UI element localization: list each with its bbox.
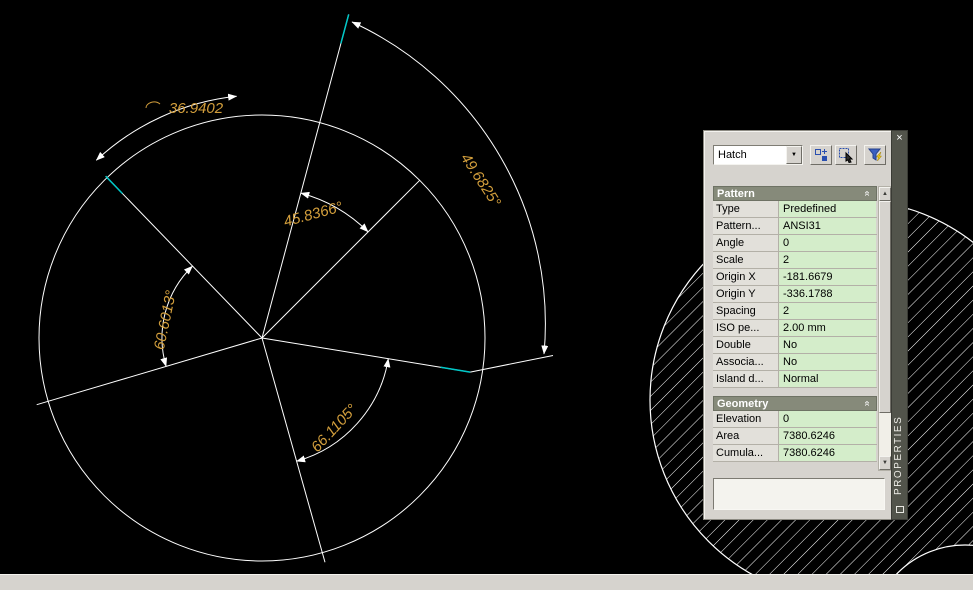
dimension-arc (351, 21, 549, 355)
table-row: Type Predefined (713, 201, 877, 218)
quick-select-button[interactable] (864, 145, 886, 165)
dropdown-value: Hatch (718, 149, 747, 161)
table-row: Origin X -181.6679 (713, 269, 877, 286)
property-label: Elevation (713, 411, 779, 427)
table-row: Area 7380.6246 (713, 428, 877, 445)
palette-toolbar: Hatch ▼ (713, 145, 886, 167)
table-row: Spacing 2 (713, 303, 877, 320)
property-value[interactable]: 2 (779, 303, 876, 319)
palette-title: PROPERTIES (893, 415, 904, 495)
property-value[interactable]: 0 (779, 235, 876, 251)
table-row: Pattern... ANSI31 (713, 218, 877, 235)
property-value[interactable]: -181.6679 (779, 269, 876, 285)
pickadd-toggle-button[interactable] (810, 145, 832, 165)
table-row: Cumula... 7380.6246 (713, 445, 877, 462)
table-row: Double No (713, 337, 877, 354)
property-grid: Pattern « Type Predefined Pattern... ANS… (713, 186, 877, 462)
sector-geometry (36, 14, 554, 563)
grip-highlight (440, 366, 471, 373)
palette-body: Hatch ▼ Pattern « Type Predefined Patter… (703, 130, 892, 520)
table-row: Angle 0 (713, 235, 877, 252)
property-value[interactable]: 7380.6246 (779, 445, 876, 461)
grip-highlight (340, 14, 350, 44)
table-row: Associa... No (713, 354, 877, 371)
table-row: ISO pe... 2.00 mm (713, 320, 877, 337)
property-label: Cumula... (713, 445, 779, 461)
description-box (713, 478, 885, 510)
quick-select-icon (867, 148, 883, 162)
close-icon[interactable]: × (893, 132, 906, 145)
collapse-chevron-icon[interactable]: « (862, 188, 873, 200)
grip-highlight (105, 175, 123, 195)
properties-palette: Hatch ▼ Pattern « Type Predefined Patter… (703, 130, 908, 520)
property-label: Origin Y (713, 286, 779, 302)
property-value[interactable]: 7380.6246 (779, 428, 876, 444)
property-label: Origin X (713, 269, 779, 285)
property-value[interactable]: -336.1788 (779, 286, 876, 302)
section-title: Pattern (717, 187, 755, 200)
table-row: Scale 2 (713, 252, 877, 269)
taskbar[interactable] (0, 574, 973, 590)
scroll-up-button[interactable]: ▲ (879, 187, 891, 201)
property-label: Island d... (713, 371, 779, 387)
scrollbar-thumb[interactable] (879, 201, 891, 413)
palette-titlebar[interactable]: × PROPERTIES (891, 130, 908, 520)
scroll-down-button[interactable]: ▼ (879, 456, 891, 470)
property-label: Angle (713, 235, 779, 251)
dimension-label[interactable]: 45.8366° (282, 198, 345, 230)
property-value[interactable]: 2 (779, 252, 876, 268)
extension-line (470, 355, 554, 373)
dropdown-arrow-icon[interactable]: ▼ (786, 146, 802, 164)
property-label: Scale (713, 252, 779, 268)
scrollbar[interactable]: ▲ ▼ (878, 186, 892, 471)
property-value[interactable]: Predefined (779, 201, 876, 217)
select-objects-button[interactable] (835, 145, 857, 165)
property-label: ISO pe... (713, 320, 779, 336)
property-label: Double (713, 337, 779, 353)
select-objects-icon (839, 148, 854, 163)
autocad-screen: 36.9402 49.6825° 45.8366° 60.6013° 66.11… (0, 0, 973, 590)
dimension-labels: 36.9402 49.6825° 45.8366° 60.6013° 66.11… (145, 100, 504, 456)
property-label: Type (713, 201, 779, 217)
property-label: Pattern... (713, 218, 779, 234)
dimension-label[interactable]: 60.6013° (151, 289, 180, 351)
dimension-label[interactable]: 49.6825° (457, 150, 504, 210)
collapse-chevron-icon[interactable]: « (862, 398, 873, 410)
radial-line (261, 337, 471, 373)
property-label: Area (713, 428, 779, 444)
section-header-pattern[interactable]: Pattern « (713, 186, 877, 201)
autohide-icon[interactable] (896, 506, 904, 513)
property-label: Spacing (713, 303, 779, 319)
table-row: Island d... Normal (713, 371, 877, 388)
property-value[interactable]: No (779, 337, 876, 353)
property-value[interactable]: Normal (779, 371, 876, 387)
property-label: Associa... (713, 354, 779, 370)
radial-line (36, 337, 263, 406)
object-type-dropdown[interactable]: Hatch ▼ (713, 145, 803, 165)
property-value[interactable]: 0 (779, 411, 876, 427)
property-value[interactable]: No (779, 354, 876, 370)
radial-line (261, 14, 350, 339)
table-row: Origin Y -336.1788 (713, 286, 877, 303)
pickadd-toggle-icon (815, 149, 827, 161)
arc-length-symbol-icon (145, 101, 161, 109)
dimension-label[interactable]: 36.9402 (169, 100, 224, 117)
property-value[interactable]: ANSI31 (779, 218, 876, 234)
radial-line (105, 175, 263, 339)
property-value[interactable]: 2.00 mm (779, 320, 876, 336)
section-title: Geometry (717, 397, 769, 410)
section-header-geometry[interactable]: Geometry « (713, 396, 877, 411)
table-row: Elevation 0 (713, 411, 877, 428)
